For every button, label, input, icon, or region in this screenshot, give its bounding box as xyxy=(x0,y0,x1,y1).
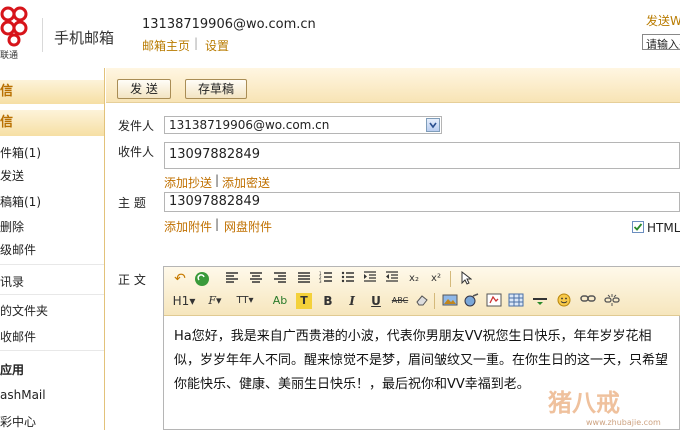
body-label: 正 文 xyxy=(118,273,146,287)
watermark-text: 猪八戒 xyxy=(548,388,620,417)
ordered-list-icon[interactable]: 123 xyxy=(318,271,334,287)
unlink-icon[interactable] xyxy=(604,293,620,309)
indent-icon[interactable] xyxy=(362,271,378,287)
add-bcc-link[interactable]: 添加密送 xyxy=(222,174,270,191)
html-checkbox[interactable] xyxy=(632,221,644,233)
add-attachment-link[interactable]: 添加附件 xyxy=(164,218,212,235)
highlight-button[interactable]: T xyxy=(296,293,312,309)
sidebar-item-deleted[interactable]: 删除 xyxy=(0,218,24,235)
svg-text:3: 3 xyxy=(319,279,322,283)
sidebar-item-color-center[interactable]: 彩中心 xyxy=(0,413,36,430)
insert-flash-icon[interactable] xyxy=(486,293,502,309)
logo-text: 联通 xyxy=(0,51,19,61)
toolbar-separator xyxy=(434,293,435,309)
outdent-icon[interactable] xyxy=(384,271,400,287)
heading-dropdown[interactable]: H1▾ xyxy=(172,293,196,309)
sidebar-divider xyxy=(0,264,104,265)
undo-icon[interactable]: ↶ xyxy=(172,271,188,287)
search-input[interactable]: 请输入关 xyxy=(642,34,680,50)
sidebar-divider xyxy=(0,294,104,295)
align-right-icon[interactable] xyxy=(272,271,288,287)
align-center-icon[interactable] xyxy=(248,271,264,287)
from-label: 发件人 xyxy=(118,119,155,133)
save-draft-button[interactable]: 存草稿 xyxy=(185,79,247,99)
justify-icon[interactable] xyxy=(296,271,312,287)
link-separator: | xyxy=(194,36,199,50)
align-left-icon[interactable] xyxy=(224,271,240,287)
chevron-down-icon[interactable] xyxy=(426,118,440,132)
bold-button[interactable]: B xyxy=(320,293,336,309)
subscript-icon[interactable]: x₂ xyxy=(406,271,422,287)
redo-icon[interactable] xyxy=(194,271,210,287)
superscript-icon[interactable]: x² xyxy=(428,271,444,287)
subject-field[interactable]: 13097882849 xyxy=(164,192,680,212)
underline-button[interactable]: U xyxy=(368,293,384,309)
eraser-icon[interactable] xyxy=(414,293,430,309)
watermark-url: www.zhubajie.com xyxy=(586,418,661,427)
sidebar-item-drafts[interactable]: 稿箱(1) xyxy=(0,193,41,210)
sidebar-item-contacts[interactable]: 讯录 xyxy=(0,273,24,290)
link-separator: | xyxy=(215,217,220,231)
from-value: 13138719906@wo.com.cn xyxy=(169,118,330,132)
mailbox-home-link[interactable]: 邮箱主页 xyxy=(142,37,190,54)
sidebar-divider xyxy=(0,350,104,351)
sidebar-item-junk[interactable]: 级邮件 xyxy=(0,241,36,258)
to-label: 收件人 xyxy=(118,145,155,159)
header: 联通 手机邮箱 13138719906@wo.com.cn 邮箱主页 | 设置 … xyxy=(0,0,680,66)
link-icon[interactable] xyxy=(580,293,596,309)
link-separator: | xyxy=(215,173,220,187)
insert-image-icon[interactable] xyxy=(442,293,458,309)
editor-toolbar: ↶ 123 x₂ x² H1▾ F▾ TT▾ Ab T B I U ABC xyxy=(164,267,680,316)
font-label: F xyxy=(208,294,217,307)
font-size-dropdown[interactable]: TT▾ xyxy=(234,293,256,309)
from-select[interactable]: 13138719906@wo.com.cn xyxy=(164,116,442,134)
disk-attachment-link[interactable]: 网盘附件 xyxy=(224,218,272,235)
html-checkbox-label: HTML xyxy=(647,221,680,235)
sidebar-item-inbox[interactable]: 件箱(1) xyxy=(0,144,41,161)
font-color-button[interactable]: Ab xyxy=(270,293,290,309)
bullet-list-icon[interactable] xyxy=(340,271,356,287)
subject-label: 主 题 xyxy=(118,196,146,210)
strikethrough-button[interactable]: ABC xyxy=(390,293,410,309)
italic-button[interactable]: I xyxy=(344,293,360,309)
account-email: 13138719906@wo.com.cn xyxy=(142,17,316,32)
sidebar-item-folders[interactable]: 的文件夹 xyxy=(0,302,48,319)
to-field[interactable]: 13097882849 xyxy=(164,142,680,169)
font-size-label: TT xyxy=(236,295,249,306)
sidebar-section-apps: 应用 xyxy=(0,363,25,377)
insert-line-icon[interactable] xyxy=(532,293,548,309)
emoticon-icon[interactable] xyxy=(556,293,572,309)
insert-media-icon[interactable] xyxy=(464,293,480,309)
send-sms-link[interactable]: 发送W xyxy=(646,12,680,29)
send-button[interactable]: 发 送 xyxy=(117,79,171,99)
insert-table-icon[interactable] xyxy=(508,293,524,309)
inbox-button[interactable]: 信 xyxy=(0,110,104,136)
select-cursor-icon[interactable] xyxy=(458,270,474,287)
header-divider xyxy=(42,18,43,52)
sidebar-item-sent[interactable]: 发送 xyxy=(0,167,24,184)
watermark-logo: 猪八戒 xyxy=(548,383,620,418)
heading-label: H1 xyxy=(172,294,190,308)
add-cc-link[interactable]: 添加抄送 xyxy=(164,174,212,191)
settings-link[interactable]: 设置 xyxy=(205,37,229,54)
app-title: 手机邮箱 xyxy=(54,29,115,47)
sidebar-item-flashmail[interactable]: ashMail xyxy=(0,388,46,402)
font-family-dropdown[interactable]: F▾ xyxy=(204,293,226,309)
compose-button[interactable]: 信 xyxy=(0,80,104,104)
toolbar-separator xyxy=(450,271,451,287)
sidebar-item-fetch-mail[interactable]: 收邮件 xyxy=(0,328,36,345)
